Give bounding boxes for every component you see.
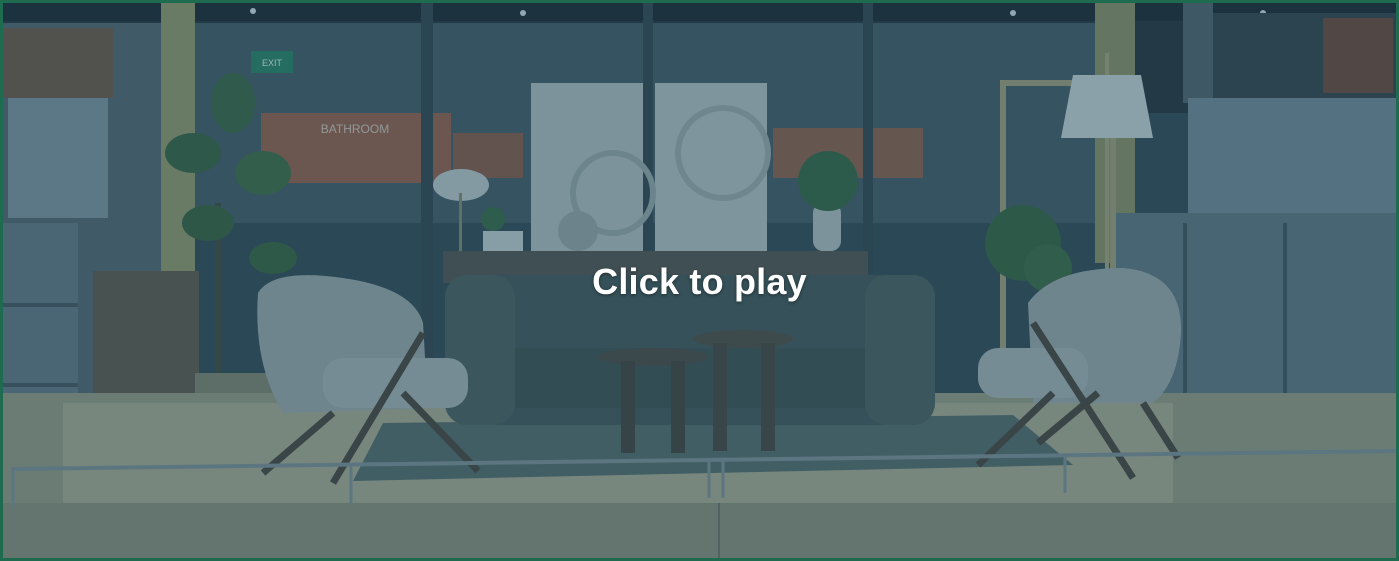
video-player[interactable]: BATHROOM EXIT Click to play	[0, 0, 1399, 561]
click-to-play-label[interactable]: Click to play	[3, 261, 1396, 303]
